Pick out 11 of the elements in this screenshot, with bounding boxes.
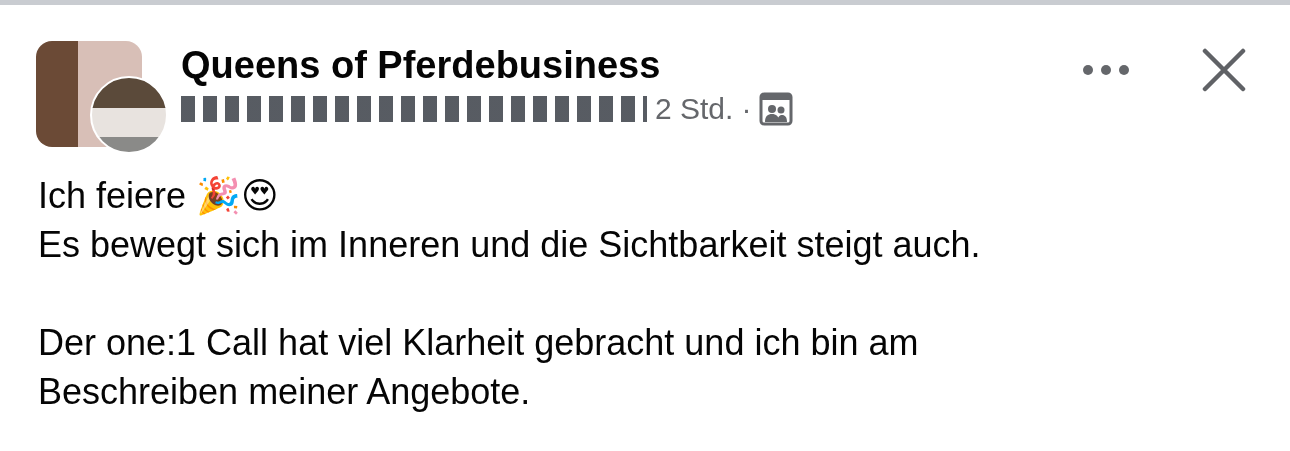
separator-dot: · [741, 91, 752, 126]
post-text-line: Ich feiere 🎉😍 [38, 174, 280, 218]
post-text-line: Der one:1 Call hat viel Klarheit gebracht und ich bin am [38, 320, 920, 365]
post-time: 2 Std. [655, 91, 734, 126]
group-icon [759, 91, 794, 126]
page-name[interactable]: Queens of Pferdebusiness [181, 38, 1082, 88]
more-options-icon[interactable] [1082, 64, 1130, 76]
avatar-photo-drawing[interactable] [36, 38, 166, 150]
post-text-line: Beschreiben meiner Angebote. [38, 369, 532, 414]
close-icon[interactable] [1202, 48, 1246, 92]
post-text-line: Es bewegt sich im Inneren und die Sichtbarkeit steigt auch. [38, 222, 982, 267]
